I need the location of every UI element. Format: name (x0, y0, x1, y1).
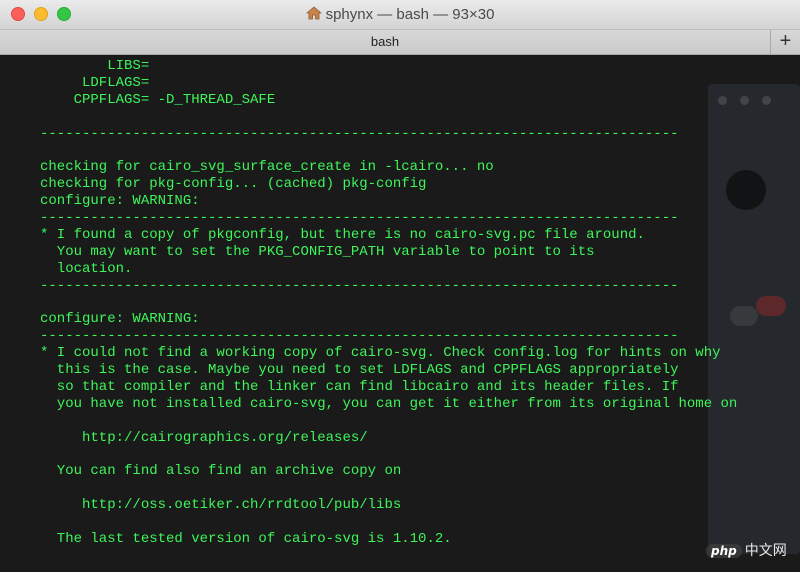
terminal-line: this is the case. Maybe you need to set … (40, 362, 679, 379)
terminal-line: LIBS= (40, 58, 150, 74)
terminal-line: location. (40, 260, 133, 277)
title-bar[interactable]: sphynx — bash — 93×30 (0, 0, 800, 30)
terminal-line: you have not installed cairo-svg, you ca… (40, 395, 738, 412)
watermark-logo: php (706, 544, 742, 558)
terminal-line: The last tested version of cairo-svg is … (40, 530, 452, 547)
terminal-line: LDFLAGS= (40, 74, 150, 91)
terminal-output: LIBS= LDFLAGS= CPPFLAGS= -D_THREAD_SAFE -… (40, 58, 737, 565)
terminal-line: checking for cairo_svg_surface_create in… (40, 159, 494, 176)
terminal-line: http://oss.oetiker.ch/rrdtool/pub/libs (40, 497, 402, 514)
tab-bar: bash + (0, 30, 800, 55)
terminal-line: checking for pkg-config... (cached) pkg-… (40, 176, 427, 193)
terminal-line: You may want to set the PKG_CONFIG_PATH … (40, 243, 595, 260)
terminal-line: ----------------------------------------… (40, 210, 679, 227)
terminal-line: so that compiler and the linker can find… (40, 378, 679, 395)
watermark: php 中文网 (706, 540, 787, 560)
terminal-line: configure: WARNING: (40, 311, 200, 328)
terminal-line: configure: WARNING: (40, 193, 200, 210)
window-title-text: sphynx — bash — 93×30 (325, 6, 495, 23)
watermark-site-text: 中文网 (744, 543, 787, 559)
terminal-line: You can find also find an archive copy o… (40, 463, 402, 480)
terminal-window: sphynx — bash — 93×30 bash + LIBS= LDFLA… (0, 0, 800, 572)
terminal-line: ----------------------------------------… (40, 328, 679, 345)
home-folder-icon (305, 6, 322, 20)
terminal-line: ----------------------------------------… (40, 125, 679, 142)
terminal-line: * I could not find a working copy of cai… (40, 345, 721, 362)
terminal-line: http://cairographics.org/releases/ (40, 429, 368, 446)
terminal-line: CPPFLAGS= -D_THREAD_SAFE (40, 91, 276, 108)
tab-bash[interactable]: bash (0, 30, 770, 54)
new-tab-button[interactable]: + (770, 30, 800, 54)
window-title: sphynx — bash — 93×30 (0, 6, 800, 23)
terminal-content[interactable]: LIBS= LDFLAGS= CPPFLAGS= -D_THREAD_SAFE -… (0, 56, 800, 572)
terminal-line: ----------------------------------------… (40, 277, 679, 294)
terminal-line: * I found a copy of pkgconfig, but there… (40, 226, 645, 243)
